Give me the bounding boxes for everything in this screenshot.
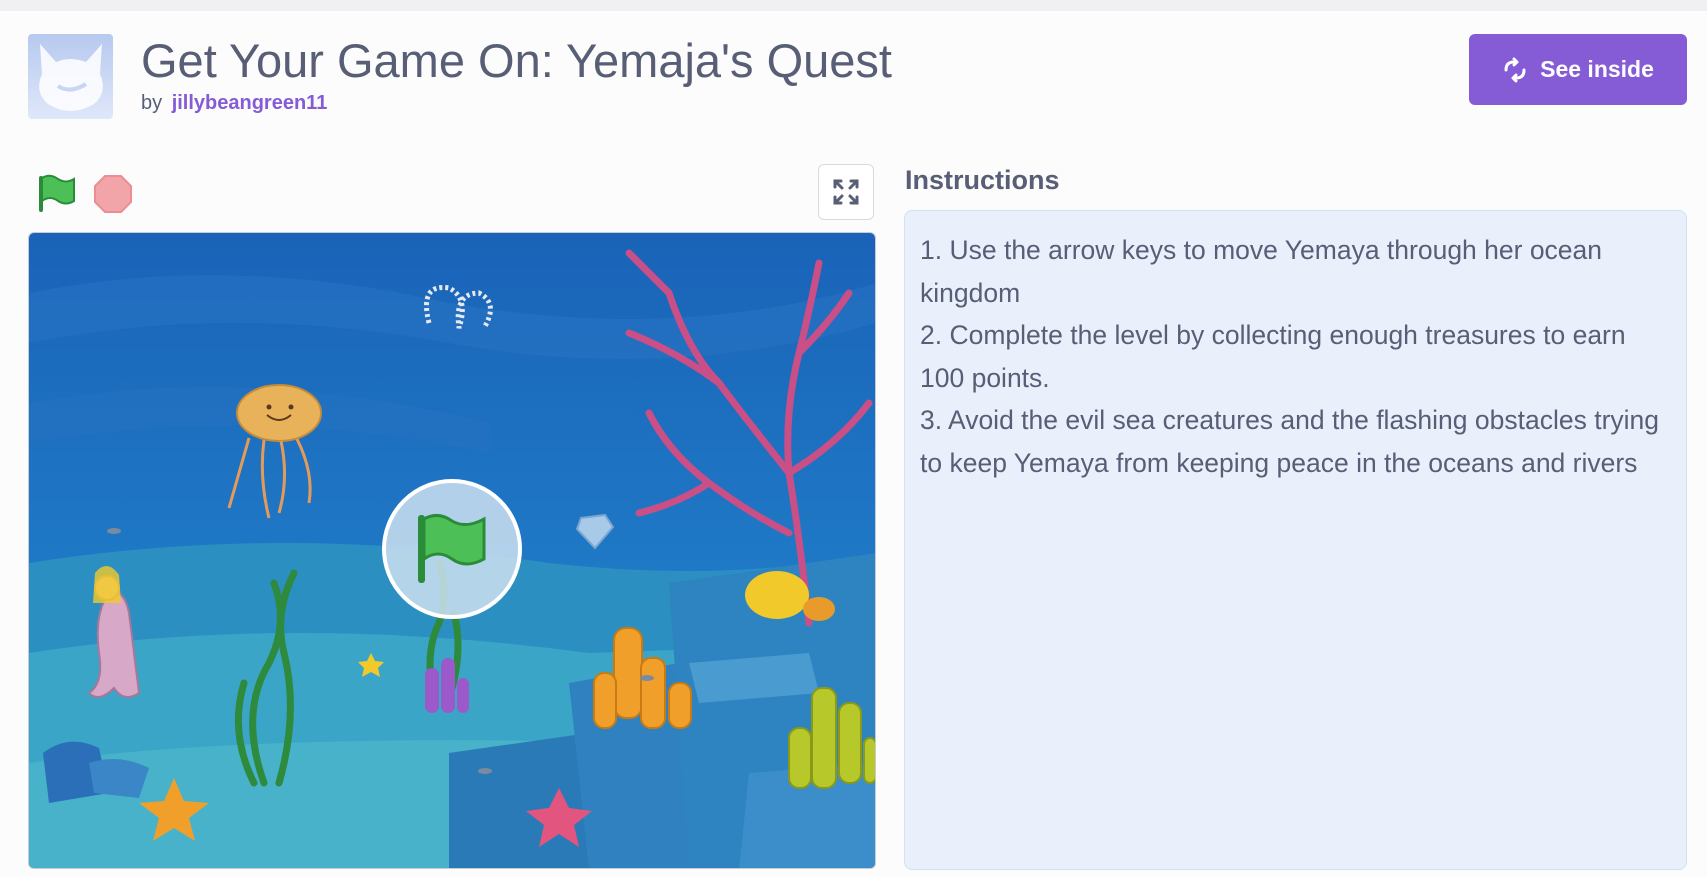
top-band: [0, 0, 1707, 11]
instruction-line: 1. Use the arrow keys to move Yemaya thr…: [920, 235, 1603, 308]
instruction-line: 3. Avoid the evil sea creatures and the …: [920, 405, 1660, 478]
stop-sign-icon: [94, 175, 132, 213]
instructions-box: 1. Use the arrow keys to move Yemaya thr…: [904, 210, 1687, 870]
green-flag-button[interactable]: [36, 174, 78, 214]
fullscreen-button[interactable]: [818, 164, 874, 220]
green-flag-icon: [39, 174, 75, 212]
scratch-cat-icon: [39, 44, 103, 111]
see-inside-button[interactable]: See inside: [1469, 34, 1687, 105]
byline: by jillybeangreen11: [141, 92, 327, 115]
project-thumbnail[interactable]: [28, 34, 113, 119]
stop-button[interactable]: [94, 175, 132, 213]
see-inside-label: See inside: [1540, 56, 1654, 82]
author-link[interactable]: jillybeangreen11: [172, 92, 328, 114]
remix-arrows-icon: [1504, 57, 1526, 82]
project-title: Get Your Game On: Yemaja's Quest: [141, 34, 892, 87]
fullscreen-icon: [833, 179, 859, 205]
instruction-line: 2. Complete the level by collecting enou…: [920, 320, 1626, 393]
by-label: by: [141, 92, 163, 114]
instructions-heading: Instructions: [905, 165, 1060, 195]
green-flag-icon: [418, 514, 486, 583]
start-overlay-button[interactable]: [382, 479, 522, 619]
